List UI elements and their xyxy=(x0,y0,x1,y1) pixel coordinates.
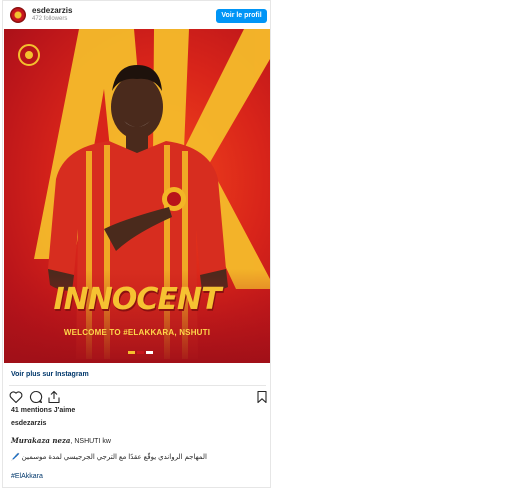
like-count[interactable]: 41 mentions J'aime xyxy=(11,407,75,414)
view-profile-button[interactable]: Voir le profil xyxy=(216,9,267,23)
caption-text: Murakaza neza, NSHUTI kw xyxy=(11,436,111,445)
post-header: esdezarzis 472 followers Voir le profil xyxy=(3,1,270,29)
carousel-dot xyxy=(137,351,144,354)
player-name: INNOCENT xyxy=(53,282,222,317)
caption-italic: Murakaza neza xyxy=(11,436,71,445)
profile-avatar[interactable] xyxy=(10,7,26,23)
caption-rest: , NSHUTI kw xyxy=(70,438,111,445)
share-icon[interactable] xyxy=(47,390,61,404)
hashtag-link[interactable]: #ElAkkara xyxy=(11,473,43,480)
header-username[interactable]: esdezarzis xyxy=(32,6,72,15)
carousel-indicator xyxy=(128,351,158,355)
divider xyxy=(9,385,266,386)
action-bar xyxy=(9,390,267,404)
welcome-text: WELCOME TO #ELAKKARA, NSHUTI xyxy=(63,328,211,337)
follower-count: 472 followers xyxy=(32,16,68,22)
heart-icon[interactable] xyxy=(9,390,23,404)
post-image[interactable]: INNOCENT WELCOME TO #ELAKKARA, NSHUTI xyxy=(4,29,270,363)
view-on-instagram-link[interactable]: Voir plus sur Instagram xyxy=(11,371,89,378)
bookmark-icon[interactable] xyxy=(255,390,269,404)
carousel-dot xyxy=(128,351,135,354)
club-logo xyxy=(18,44,40,66)
caption-arabic: المهاجم الرواندي يوقّع عقدًا مع الترجي ا… xyxy=(11,454,207,461)
comment-icon[interactable] xyxy=(29,390,43,404)
caption-username[interactable]: esdezarzis xyxy=(11,420,46,427)
carousel-dot xyxy=(146,351,153,354)
instagram-embed-card: esdezarzis 472 followers Voir le profil xyxy=(2,0,271,488)
